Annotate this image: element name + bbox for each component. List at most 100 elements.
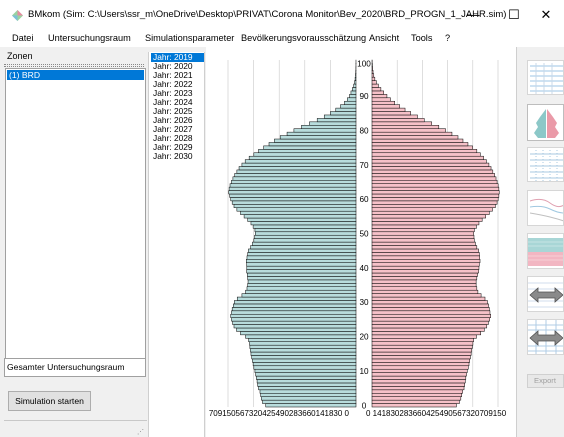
male-bar — [247, 217, 357, 222]
menu-tools[interactable]: Tools — [411, 33, 432, 43]
compare-arrows-icon[interactable] — [527, 276, 564, 312]
female-bar — [371, 138, 464, 143]
female-bar — [371, 362, 470, 367]
male-bar — [233, 303, 357, 308]
male-bar — [231, 200, 357, 205]
total-area-field[interactable]: Gesamter Untersuchungsraum — [4, 358, 146, 377]
male-bar — [244, 159, 357, 164]
female-bar — [371, 179, 498, 184]
zones-list[interactable]: (1) BRD — [5, 68, 146, 360]
female-bar — [371, 259, 481, 263]
age-tick-label: 90 — [359, 92, 369, 101]
female-bar — [371, 344, 473, 349]
male-bar — [228, 190, 357, 195]
menu-simulationsparameter[interactable]: Simulationsparameter — [145, 33, 234, 43]
year-item[interactable]: Jahr: 2030 — [151, 152, 204, 161]
female-bar — [371, 372, 467, 377]
male-bar — [247, 279, 357, 284]
female-bar — [371, 162, 490, 167]
female-bar — [371, 327, 485, 332]
female-bar — [371, 87, 382, 92]
male-bar — [335, 107, 357, 112]
male-bar — [347, 97, 357, 102]
female-bar — [371, 104, 400, 109]
female-bar — [371, 90, 384, 95]
menu-untersuchungsraum[interactable]: Untersuchungsraum — [48, 33, 131, 43]
male-bar — [255, 231, 357, 236]
grid-table-icon[interactable] — [527, 147, 564, 182]
male-bar — [230, 197, 357, 202]
female-bar — [371, 228, 475, 233]
male-bar — [231, 317, 357, 322]
female-bar — [371, 375, 467, 380]
female-bar — [371, 186, 500, 191]
male-bar — [243, 214, 357, 219]
female-bar — [371, 166, 492, 171]
compare-arrows-grid-icon[interactable] — [527, 319, 564, 355]
female-bar — [371, 145, 473, 150]
female-bar — [371, 255, 480, 260]
female-bar — [371, 320, 489, 325]
male-bar — [263, 145, 357, 150]
female-bar — [371, 149, 478, 154]
export-button[interactable]: Export — [527, 374, 564, 388]
female-bar — [371, 279, 477, 284]
female-bar — [371, 324, 488, 329]
male-bar — [293, 128, 357, 133]
female-bar — [371, 386, 465, 391]
male-bar — [256, 379, 357, 384]
start-simulation-button[interactable]: Simulation starten — [8, 391, 91, 411]
female-bar — [371, 286, 478, 291]
close-button[interactable]: ✕ — [528, 0, 564, 30]
female-bar — [371, 358, 470, 363]
male-bar — [246, 265, 357, 270]
zones-splitter[interactable] — [4, 64, 144, 67]
male-bar — [250, 221, 357, 226]
female-bar — [371, 393, 462, 397]
male-bar — [238, 166, 357, 171]
menu-ansicht[interactable]: Ansicht — [369, 33, 399, 43]
male-bar — [241, 293, 357, 298]
male-bar — [248, 155, 357, 160]
male-bar — [254, 234, 357, 239]
male-bar — [259, 389, 357, 394]
area-chart-icon[interactable] — [527, 233, 564, 269]
age-tick-label: 50 — [359, 230, 369, 239]
male-bar — [344, 100, 357, 105]
age-tick-label: 20 — [359, 333, 369, 342]
male-bar — [233, 324, 357, 329]
male-bar — [250, 245, 357, 250]
female-bar — [371, 66, 373, 71]
male-bar — [230, 313, 357, 318]
male-bar — [250, 348, 357, 353]
male-bar — [231, 179, 357, 184]
menu-help[interactable]: ? — [445, 33, 450, 43]
pyramid-svg: 1009080706050403020100709150567320425490… — [209, 59, 507, 418]
male-bar — [241, 162, 357, 167]
resize-grip-icon[interactable]: ⋰ — [137, 428, 144, 436]
female-bar — [371, 300, 488, 305]
female-bar — [371, 241, 476, 246]
population-table-icon[interactable] — [527, 60, 564, 95]
female-bar — [371, 73, 375, 78]
line-chart-icon[interactable] — [527, 190, 564, 226]
menu-bevoelkerungsvorausschaetzung[interactable]: Bevölkerungsvorausschätzung — [241, 33, 366, 43]
female-bar — [371, 389, 463, 394]
female-bar — [371, 200, 498, 205]
male-bar — [350, 90, 357, 95]
female-bar — [371, 169, 494, 174]
female-bar — [371, 221, 480, 226]
population-pyramid-icon[interactable] — [527, 104, 564, 141]
menu-bar: Datei Untersuchungsraum Simulationsparam… — [0, 30, 564, 47]
year-list[interactable]: Jahr: 2019 Jahr: 2020 Jahr: 2021 Jahr: 2… — [148, 52, 205, 437]
menu-datei[interactable]: Datei — [12, 33, 33, 43]
female-bar — [371, 159, 487, 164]
female-bar — [371, 231, 474, 236]
minimize-button[interactable]: — — [452, 0, 494, 30]
male-bar — [316, 118, 357, 123]
female-bar — [371, 355, 471, 360]
zone-item-brd[interactable]: (1) BRD — [7, 70, 144, 80]
female-bar — [371, 152, 481, 157]
female-bar — [371, 83, 379, 88]
male-bar — [286, 131, 357, 136]
